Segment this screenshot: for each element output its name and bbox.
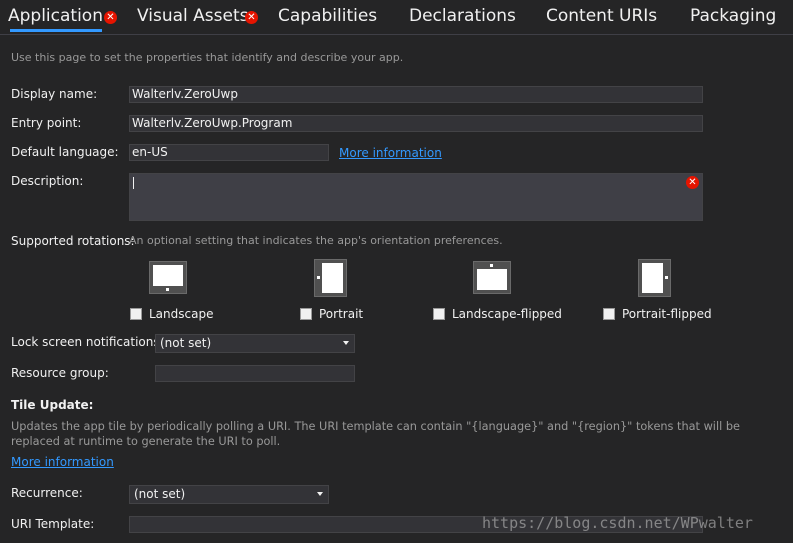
uri-template-label: URI Template: (11, 517, 95, 531)
landscape-icon (149, 261, 187, 294)
display-name-label: Display name: (11, 87, 98, 101)
text-caret (133, 177, 134, 189)
tab-separator (0, 34, 793, 35)
landscape-flipped-checkbox[interactable] (433, 308, 445, 320)
description-field[interactable] (129, 173, 703, 221)
landscape-label: Landscape (149, 307, 214, 321)
recurrence-dropdown[interactable]: (not set) (129, 485, 329, 504)
tile-more-information-link[interactable]: More information (11, 455, 114, 469)
entry-point-label: Entry point: (11, 116, 82, 130)
lock-screen-dropdown[interactable]: (not set) (155, 334, 355, 353)
rotations-hint: An optional setting that indicates the a… (129, 234, 503, 247)
tab-content-uris[interactable]: Content URIs (546, 6, 657, 26)
tile-update-heading: Tile Update: (11, 398, 94, 412)
portrait-flipped-label: Portrait-flipped (622, 307, 712, 321)
description-error-icon: ✕ (686, 176, 699, 189)
tile-update-description-line2: replaced at runtime to generate the URI … (11, 435, 281, 448)
default-language-field[interactable]: en-US (129, 144, 329, 161)
chevron-down-icon (343, 341, 349, 345)
description-label: Description: (11, 174, 84, 188)
portrait-label: Portrait (319, 307, 364, 321)
active-tab-indicator (10, 29, 102, 32)
lock-screen-value: (not set) (160, 336, 212, 350)
tab-bar: Application ✕ Visual Assets ✕ Capabiliti… (0, 0, 793, 34)
recurrence-value: (not set) (134, 487, 186, 501)
portrait-flipped-checkbox[interactable] (603, 308, 615, 320)
display-name-field[interactable]: Walterlv.ZeroUwp (129, 86, 703, 103)
supported-rotations-label: Supported rotations: (11, 234, 135, 248)
portrait-flipped-icon (638, 259, 671, 297)
landscape-flipped-label: Landscape-flipped (452, 307, 562, 321)
landscape-checkbox[interactable] (130, 308, 142, 320)
tab-packaging[interactable]: Packaging (690, 6, 776, 26)
chevron-down-icon (317, 492, 323, 496)
landscape-flipped-icon (473, 261, 511, 294)
resource-group-field[interactable] (155, 365, 355, 382)
portrait-icon (314, 259, 347, 297)
lock-screen-label: Lock screen notifications: (11, 335, 164, 349)
tab-capabilities[interactable]: Capabilities (278, 6, 377, 26)
error-icon: ✕ (104, 11, 117, 24)
default-language-label: Default language: (11, 145, 119, 159)
error-icon: ✕ (245, 11, 258, 24)
portrait-checkbox[interactable] (300, 308, 312, 320)
recurrence-label: Recurrence: (11, 486, 83, 500)
entry-point-field[interactable]: Walterlv.ZeroUwp.Program (129, 115, 703, 132)
tab-application[interactable]: Application (8, 6, 103, 26)
resource-group-label: Resource group: (11, 366, 109, 380)
tab-visual-assets[interactable]: Visual Assets (137, 6, 248, 26)
watermark: https://blog.csdn.net/WPwalter (482, 514, 753, 532)
tile-update-description-line1: Updates the app tile by periodically pol… (11, 420, 740, 433)
more-information-link[interactable]: More information (339, 146, 442, 160)
tab-declarations[interactable]: Declarations (409, 6, 516, 26)
page-description: Use this page to set the properties that… (11, 51, 404, 64)
